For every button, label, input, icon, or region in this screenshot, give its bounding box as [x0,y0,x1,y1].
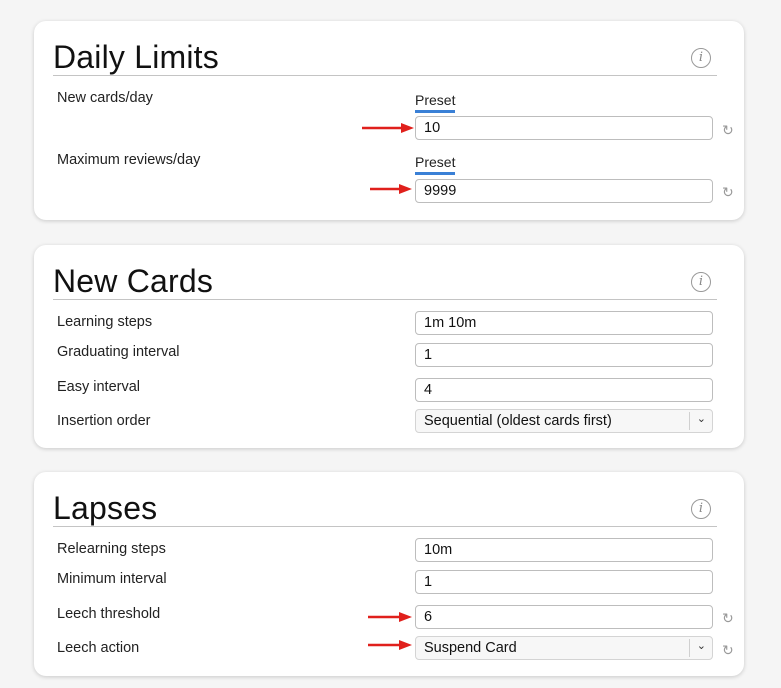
annotation-arrow-icon [368,640,412,650]
info-icon[interactable]: i [691,499,711,519]
preset-tab[interactable]: Preset [415,154,455,170]
learning-steps-label: Learning steps [57,314,153,330]
annotation-arrow-icon [362,123,414,133]
select-divider [689,412,690,430]
select-divider [689,639,690,657]
section-title: New Cards [53,263,214,299]
graduating-interval-input[interactable] [415,343,713,367]
minimum-interval-label: Minimum interval [57,571,167,587]
relearning-steps-input[interactable] [415,538,713,562]
graduating-interval-label: Graduating interval [57,344,180,360]
chevron-down-icon[interactable]: ⌄ [697,639,706,652]
minimum-interval-input[interactable] [415,570,713,594]
leech-threshold-input[interactable] [415,605,713,629]
learning-steps-input[interactable] [415,311,713,335]
title-divider [53,299,717,300]
preset-tab-indicator [415,172,455,175]
relearning-steps-label: Relearning steps [57,541,166,557]
preset-tab[interactable]: Preset [415,92,455,108]
revert-icon[interactable]: ↻ [722,123,736,137]
new-cards-card: New Cards i Learning steps Graduating in… [34,245,744,448]
leech-action-value: Suspend Card [424,640,517,656]
max-reviews-per-day-input[interactable] [415,179,713,203]
annotation-arrow-icon [368,612,412,622]
max-reviews-per-day-label: Maximum reviews/day [57,152,201,168]
insertion-order-label: Insertion order [57,413,151,429]
annotation-arrow-icon [370,184,412,194]
section-title: Daily Limits [53,39,219,75]
leech-action-select[interactable]: Suspend Card ⌄ [415,636,713,660]
new-cards-per-day-input[interactable] [415,116,713,140]
insertion-order-value: Sequential (oldest cards first) [424,413,612,429]
revert-icon[interactable]: ↻ [722,611,736,625]
section-title: Lapses [53,490,158,526]
revert-icon[interactable]: ↻ [722,643,736,657]
leech-threshold-label: Leech threshold [57,606,161,622]
easy-interval-label: Easy interval [57,379,141,395]
leech-action-label: Leech action [57,640,140,656]
chevron-down-icon[interactable]: ⌄ [697,412,706,425]
info-icon[interactable]: i [691,48,711,68]
preset-tab-indicator [415,110,455,113]
info-icon[interactable]: i [691,272,711,292]
revert-icon[interactable]: ↻ [722,185,736,199]
insertion-order-select[interactable]: Sequential (oldest cards first) ⌄ [415,409,713,433]
easy-interval-input[interactable] [415,378,713,402]
title-divider [53,526,717,527]
new-cards-per-day-label: New cards/day [57,90,153,106]
title-divider [53,75,717,76]
